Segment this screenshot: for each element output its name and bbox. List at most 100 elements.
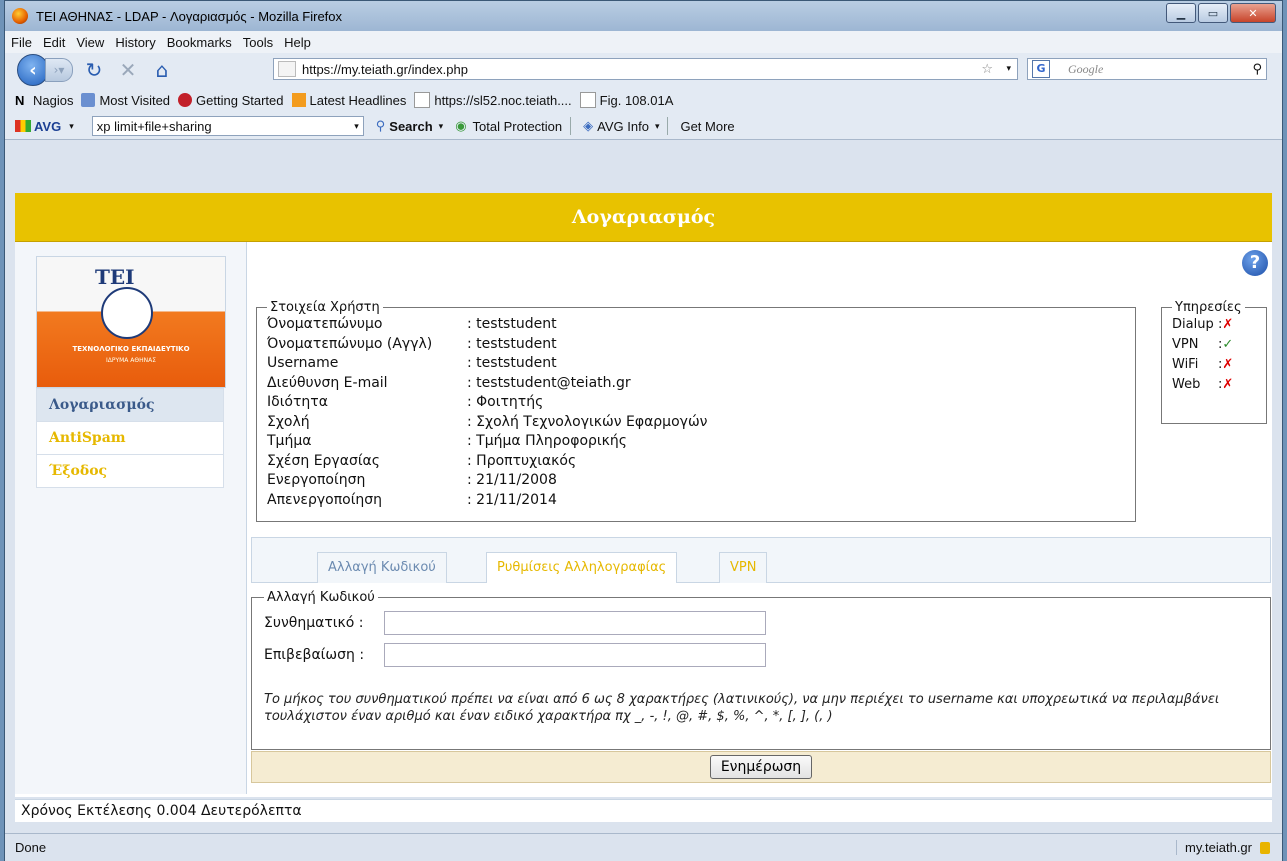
sidebar-item-logout[interactable]: Έξοδος — [36, 455, 224, 488]
search-placeholder: Google — [1068, 61, 1104, 76]
bookmark-sl52[interactable]: https://sl52.noc.teiath.... — [414, 92, 572, 108]
page-icon — [414, 92, 431, 108]
tab-mail-settings[interactable]: Ρυθμίσεις Αλληλογραφίας — [486, 552, 678, 583]
most-visited-icon — [81, 93, 96, 107]
bookmark-latest-headlines[interactable]: Latest Headlines — [291, 93, 406, 108]
bookmark-nagios[interactable]: N Nagios — [15, 93, 73, 109]
page-icon — [579, 92, 596, 108]
password-field[interactable] — [384, 611, 766, 635]
browser-window: ΤΕΙ ΑΘΗΝΑΣ - LDAP - Λογαριασμός - Mozill… — [4, 0, 1283, 861]
user-info-section: Στοιχεία Χρήστη Όνοματεπώνυμο: teststude… — [256, 300, 1136, 522]
info-row: Σχέση Εργασίας: Προπτυχιακός — [267, 452, 577, 469]
cross-icon: ✗ — [1222, 377, 1234, 392]
logo-emblem-icon — [101, 287, 153, 339]
info-row: Ιδιότητα: Φοιτητής — [267, 394, 544, 410]
avg-toolbar: AVG ▾ xp limit+file+sharing ▾ ⚲ Search ▾ ◉… — [5, 113, 1282, 140]
bookmark-getting-started[interactable]: Getting Started — [178, 93, 284, 108]
info-row: Όνοματεπώνυμο: teststudent — [267, 316, 557, 332]
home-icon[interactable]: ⌂ — [149, 58, 175, 82]
page-title: Λογαριασμός — [15, 193, 1272, 242]
tab-vpn[interactable]: VPN — [719, 552, 768, 583]
reload-icon[interactable]: ↻ — [81, 58, 107, 82]
avg-search-input[interactable]: xp limit+file+sharing ▾ — [91, 116, 364, 136]
toolbar-separator — [667, 117, 669, 135]
info-icon: ◈ — [583, 118, 594, 133]
menu-help[interactable]: Help — [284, 35, 311, 50]
help-icon[interactable]: ? — [1242, 250, 1268, 276]
avg-icon — [15, 120, 31, 132]
services-legend: Υπηρεσίες — [1175, 300, 1242, 315]
execution-time: Χρόνος Εκτέλεσης 0.004 Δευτερόλεπτα — [15, 799, 1272, 822]
lock-icon[interactable] — [1260, 841, 1270, 854]
avg-logo[interactable]: AVG — [15, 119, 61, 134]
password-row: Συνθηματικό : — [264, 609, 1270, 637]
sidebar-item-antispam[interactable]: AntiSpam — [36, 422, 224, 455]
menu-history[interactable]: History — [115, 35, 155, 50]
bookmark-most-visited[interactable]: Most Visited — [81, 93, 170, 108]
service-vpn: VPN: ✓ — [1172, 335, 1266, 355]
bookmark-star-icon[interactable]: ☆ — [981, 62, 993, 77]
info-row: Username: teststudent — [267, 355, 557, 371]
avg-search-dropdown-icon[interactable]: ▾ — [354, 121, 359, 132]
sidebar-item-account[interactable]: Λογαριασμός — [36, 388, 224, 422]
magnifier-icon: ⚲ — [375, 118, 386, 133]
total-protection-button[interactable]: ◉ Total Protection — [455, 118, 562, 134]
rss-icon — [291, 93, 306, 107]
info-row: Ενεργοποίηση: 21/11/2008 — [267, 472, 557, 488]
navigation-toolbar: ‹ ›▾ ↻ ✕ ⌂ https://my.teiath.gr/index.ph… — [5, 53, 1282, 87]
confirm-row: Επιβεβαίωση : — [264, 641, 1270, 669]
avg-info-dropdown-icon: ▾ — [654, 120, 660, 131]
get-more-button[interactable]: Get More — [680, 119, 734, 134]
getting-started-icon — [178, 93, 193, 107]
change-password-section: Αλλαγή Κωδικού Συνθηματικό : Επιβεβαίωση… — [251, 590, 1271, 750]
close-button[interactable]: ✕ — [1230, 3, 1276, 23]
nagios-icon: N — [15, 93, 25, 108]
submit-bar: Ενημέρωση — [251, 751, 1271, 783]
tab-change-password[interactable]: Αλλαγή Κωδικού — [317, 552, 447, 583]
firefox-icon — [12, 8, 28, 24]
bookmark-fig[interactable]: Fig. 108.01A — [579, 92, 673, 108]
forward-icon[interactable]: ›▾ — [45, 58, 73, 82]
avg-search-menu-icon: ▾ — [438, 120, 444, 131]
page-content: Λογαριασμός ΤΕΙ ΤΕΧΝΟΛΟΓΙΚΟ ΕΚΠΑΙΔΕΥΤΙΚΟ… — [15, 193, 1272, 797]
url-text: https://my.teiath.gr/index.php — [302, 61, 468, 77]
update-button[interactable]: Ενημέρωση — [709, 755, 813, 779]
menu-edit[interactable]: Edit — [43, 35, 65, 50]
service-wifi: WiFi: ✗ — [1172, 355, 1266, 375]
main-panel: ? Στοιχεία Χρήστη Όνοματεπώνυμο: teststu… — [247, 242, 1272, 794]
menu-file[interactable]: File — [11, 35, 32, 50]
confirm-password-field[interactable] — [384, 643, 766, 667]
logo-text: ΤΕΙ — [95, 265, 135, 289]
cross-icon: ✗ — [1222, 317, 1234, 332]
title-bar: ΤΕΙ ΑΘΗΝΑΣ - LDAP - Λογαριασμός - Mozill… — [5, 1, 1282, 31]
minimize-button[interactable]: ▁ — [1166, 3, 1196, 23]
tei-logo: ΤΕΙ ΤΕΧΝΟΛΟΓΙΚΟ ΕΚΠΑΙΔΕΥΤΙΚΟ ΙΔΡΥΜΑ ΑΘΗΝ… — [36, 256, 226, 388]
menu-bookmarks[interactable]: Bookmarks — [167, 35, 232, 50]
menu-view[interactable]: View — [76, 35, 104, 50]
search-icon[interactable]: ⚲ — [1252, 62, 1262, 77]
window-title: ΤΕΙ ΑΘΗΝΑΣ - LDAP - Λογαριασμός - Mozill… — [36, 8, 343, 24]
status-text: Done — [15, 840, 47, 855]
url-bar[interactable]: https://my.teiath.gr/index.php ☆ ▾ — [273, 58, 1018, 80]
avg-info-button[interactable]: ◈ AVG Info ▾ — [583, 118, 659, 134]
status-bar: Done my.teiath.gr — [5, 833, 1282, 861]
info-row: Όνοματεπώνυμο (Αγγλ): teststudent — [267, 335, 557, 352]
info-row: Απενεργοποίηση: 21/11/2014 — [267, 491, 557, 508]
menu-tools[interactable]: Tools — [243, 35, 273, 50]
google-icon[interactable]: G — [1032, 60, 1050, 78]
info-row: Σχολή: Σχολή Τεχνολογικών Εφαρμογών — [267, 413, 708, 430]
password-label: Συνθηματικό : — [264, 615, 364, 631]
password-rules-note: Το μήκος του συνθηματικού πρέπει να είνα… — [264, 692, 1220, 724]
search-box[interactable]: G Google ⚲ — [1027, 58, 1267, 80]
service-web: Web: ✗ — [1172, 375, 1266, 395]
avg-search-button[interactable]: ⚲ Search ▾ — [376, 118, 443, 134]
status-host[interactable]: my.teiath.gr — [1176, 840, 1252, 855]
avg-dropdown-icon[interactable]: ▾ — [69, 121, 74, 132]
stop-icon[interactable]: ✕ — [115, 58, 141, 82]
user-info-legend: Στοιχεία Χρήστη — [270, 300, 380, 315]
check-icon: ✓ — [1222, 337, 1234, 352]
confirm-label: Επιβεβαίωση : — [264, 647, 365, 663]
maximize-button[interactable]: ▭ — [1198, 3, 1228, 23]
url-dropdown-icon[interactable]: ▾ — [1006, 64, 1011, 74]
toolbar-separator — [570, 117, 572, 135]
